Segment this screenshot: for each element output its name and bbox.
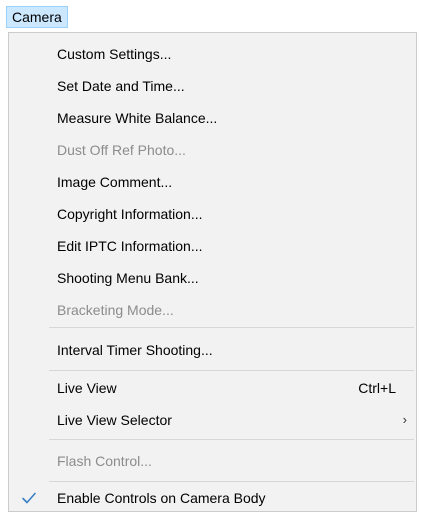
menu-separator (49, 370, 414, 371)
menu-item-custom-settings[interactable]: Custom Settings... (9, 39, 416, 69)
app-window: Camera Custom Settings... Set Date and T… (0, 0, 421, 517)
menu-item-label: Set Date and Time... (57, 78, 185, 94)
menu-bar: Camera (0, 0, 421, 32)
menu-separator (49, 327, 414, 328)
menu-item-label: Shooting Menu Bank... (57, 270, 199, 286)
menu-item-label: Live View (57, 380, 117, 396)
menu-item-live-view[interactable]: Live View Ctrl+L (9, 373, 416, 403)
menu-item-label: Image Comment... (57, 174, 173, 190)
menu-item-bracketing-mode: Bracketing Mode... (9, 295, 416, 325)
menu-item-label: Bracketing Mode... (57, 302, 174, 318)
menu-item-image-comment[interactable]: Image Comment... (9, 167, 416, 197)
menu-item-edit-iptc-information[interactable]: Edit IPTC Information... (9, 231, 416, 261)
menu-item-label: Live View Selector (57, 412, 172, 428)
menu-item-label: Enable Controls on Camera Body (57, 490, 266, 506)
menu-item-shortcut: Ctrl+L (358, 380, 396, 396)
menubar-camera[interactable]: Camera (6, 6, 68, 28)
menu-item-label: Measure White Balance... (57, 110, 218, 126)
menu-item-label: Flash Control... (57, 453, 152, 469)
menu-item-label: Interval Timer Shooting... (57, 342, 213, 358)
menu-item-interval-timer-shooting[interactable]: Interval Timer Shooting... (9, 335, 416, 365)
menu-separator (49, 481, 414, 482)
menu-item-label: Dust Off Ref Photo... (57, 142, 186, 158)
menu-item-measure-white-balance[interactable]: Measure White Balance... (9, 103, 416, 133)
menu-item-copyright-information[interactable]: Copyright Information... (9, 199, 416, 229)
chevron-right-icon: › (402, 412, 407, 427)
menu-item-enable-controls-on-camera-body[interactable]: Enable Controls on Camera Body (9, 483, 416, 513)
check-icon (22, 492, 36, 504)
camera-dropdown-menu: Custom Settings... Set Date and Time... … (8, 32, 417, 512)
menu-item-dust-off-ref-photo: Dust Off Ref Photo... (9, 135, 416, 165)
menu-item-flash-control: Flash Control... (9, 446, 416, 476)
menu-item-label: Copyright Information... (57, 206, 203, 222)
menu-separator (49, 439, 414, 440)
menu-item-live-view-selector[interactable]: Live View Selector › (9, 405, 416, 435)
menu-item-set-date-time[interactable]: Set Date and Time... (9, 71, 416, 101)
menu-item-label: Custom Settings... (57, 46, 172, 62)
menu-item-label: Edit IPTC Information... (57, 238, 203, 254)
menu-item-shooting-menu-bank[interactable]: Shooting Menu Bank... (9, 263, 416, 293)
